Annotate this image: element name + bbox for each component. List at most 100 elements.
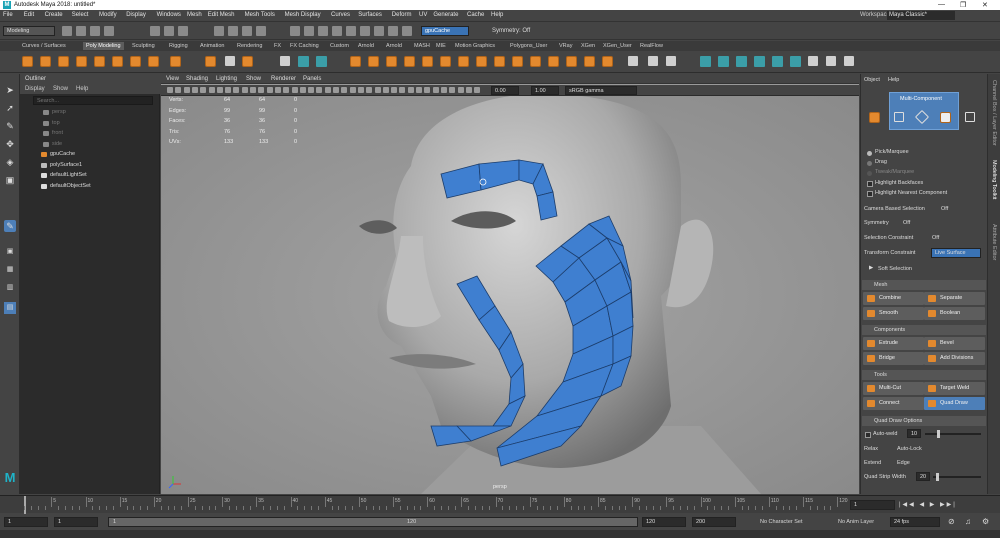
cylinder-icon[interactable] [58, 56, 69, 67]
tab-attribute-editor[interactable]: Attribute Editor [991, 224, 997, 260]
shelf-tab-arnold-9[interactable]: Arnold [358, 43, 374, 49]
shelf-tab-custom-8[interactable]: Custom [330, 43, 349, 49]
collapse-icon[interactable] [530, 56, 541, 67]
highlight-nearest-checkbox[interactable] [867, 191, 873, 197]
shelf-tab-xgen-16[interactable]: XGen [581, 43, 595, 49]
shelf-tab-mash-11[interactable]: MASH [414, 43, 430, 49]
outliner-item-side[interactable]: side [43, 140, 62, 149]
cone-icon[interactable] [76, 56, 87, 67]
folder-icon[interactable] [62, 26, 72, 36]
boolean-button[interactable]: Boolean [924, 307, 985, 320]
mesh-section-header[interactable]: Mesh [862, 280, 986, 290]
soft-selection-arrow-icon[interactable]: ▶ [869, 265, 873, 271]
viewport-toolbar-icon-34[interactable] [440, 87, 447, 93]
add-divisions-button[interactable]: Add Divisions [924, 352, 985, 365]
shelf-tab-mie-12[interactable]: MIE [436, 43, 446, 49]
viewport-toolbar-icon-17[interactable] [299, 87, 306, 93]
playback-controls-icon[interactable]: |◀◀ ◀ ▶ ▶▶| [899, 501, 957, 508]
end-frame-field[interactable]: 200 [692, 517, 736, 527]
planar-map-icon[interactable] [718, 56, 729, 67]
separate-button[interactable]: Separate [924, 292, 985, 305]
menu-deform[interactable]: Deform [392, 12, 412, 18]
quad-strip-slider-handle[interactable] [936, 473, 939, 481]
viewport-toolbar-icon-31[interactable] [416, 87, 422, 93]
menu-file[interactable]: File [3, 12, 13, 18]
menu-uv[interactable]: UV [419, 12, 427, 18]
single-view-icon[interactable]: ▣ [4, 246, 16, 258]
menu-generate[interactable]: Generate [433, 12, 458, 18]
drag-radio[interactable] [867, 161, 872, 166]
viewport-toolbar-icon-21[interactable] [333, 87, 339, 93]
viewport-toolbar-icon-38[interactable] [474, 87, 481, 93]
multicut-icon[interactable] [628, 56, 638, 66]
platonic-icon[interactable] [148, 56, 159, 67]
viewport-toolbar-icon-2[interactable] [175, 87, 182, 93]
viewport-toolbar-icon-35[interactable] [449, 87, 456, 93]
shelf-tab-motion-graphics-13[interactable]: Motion Graphics [455, 43, 495, 49]
quad-draw-icon[interactable] [666, 56, 676, 66]
outliner-item-defaultlightset[interactable]: defaultLightSet [41, 171, 87, 180]
viewport-toolbar-icon-28[interactable] [391, 87, 398, 93]
render-settings-icon[interactable] [332, 26, 342, 36]
select-component-icon[interactable] [178, 26, 188, 36]
sew-uv-icon[interactable] [844, 56, 854, 66]
extrude-button[interactable]: Extrude [863, 337, 924, 350]
viewport-toolbar-icon-27[interactable] [382, 87, 389, 93]
viewport-toolbar-icon-18[interactable] [308, 87, 315, 93]
bevel-icon[interactable] [476, 56, 487, 67]
highlight-backfaces-checkbox[interactable] [867, 181, 873, 187]
range-slider-bar[interactable]: 1 120 [108, 517, 638, 527]
auto-key-icon[interactable]: ⊘ [948, 517, 955, 526]
append-icon[interactable] [494, 56, 505, 67]
camera-based-value[interactable]: Off [941, 206, 948, 212]
select-object-icon[interactable] [164, 26, 174, 36]
viewport-toolbar-icon-14[interactable] [274, 87, 281, 93]
boolean-icon[interactable] [404, 56, 415, 67]
viewport-toolbar-icon-24[interactable] [357, 87, 364, 93]
pick-marquee-radio[interactable] [867, 151, 872, 156]
playback-prefs-icon[interactable]: ♫ [965, 517, 971, 526]
bridge-button[interactable]: Bridge [863, 352, 924, 365]
snap-grid-icon[interactable] [214, 26, 224, 36]
viewport-toolbar-icon-10[interactable] [241, 87, 248, 93]
shelf-tab-xgen-user-17[interactable]: XGen_User [603, 43, 632, 49]
gamma-field[interactable]: 1.00 [531, 86, 559, 95]
multi-cut-button[interactable]: Multi-Cut [863, 382, 924, 395]
shelf-tab-animation-4[interactable]: Animation [200, 43, 224, 49]
quad-draw-tool-icon[interactable]: ✎ [4, 220, 16, 232]
snap-point-icon[interactable] [242, 26, 252, 36]
viewport-toolbar-icon-36[interactable] [457, 87, 464, 93]
ipr-icon[interactable] [318, 26, 328, 36]
menu-help[interactable]: Help [491, 12, 503, 18]
menu-cache[interactable]: Cache [467, 12, 484, 18]
poke-icon[interactable] [566, 56, 577, 67]
maximize-icon[interactable]: ❐ [960, 1, 966, 9]
quad-strip-width-field[interactable]: 20 [916, 472, 930, 481]
outliner-item-top[interactable]: top [43, 119, 60, 128]
outliner-layout-icon[interactable]: ▤ [4, 302, 16, 314]
viewport-toolbar-icon-12[interactable] [258, 87, 265, 93]
super-shape-icon[interactable] [170, 56, 181, 67]
workspace-select[interactable]: Maya Classic* [887, 11, 955, 20]
viewport-toolbar-icon-26[interactable] [374, 87, 381, 93]
target-weld-button[interactable]: Target Weld [924, 382, 985, 395]
auto-weld-slider[interactable] [925, 433, 981, 435]
quad-draw-options-header[interactable]: Quad Draw Options [862, 416, 986, 426]
menu-windows[interactable]: Windows [157, 12, 181, 18]
shelf-tab-fx-caching-7[interactable]: FX Caching [290, 43, 319, 49]
toolkit-menu-help[interactable]: Help [888, 77, 899, 83]
command-line[interactable] [0, 530, 1000, 538]
paint-select-icon[interactable]: ✎ [4, 120, 16, 132]
spherical-map-icon[interactable] [754, 56, 765, 67]
menu-create[interactable]: Create [45, 12, 63, 18]
layout-icon[interactable] [808, 56, 818, 66]
remesh-icon[interactable] [316, 56, 327, 67]
outliner-item-defaultobjectset[interactable]: defaultObjectSet [41, 182, 91, 191]
shelf-tab-rigging-3[interactable]: Rigging [169, 43, 188, 49]
svg-tool-icon[interactable] [242, 56, 253, 67]
separate-icon[interactable] [368, 56, 379, 67]
viewport-toolbar-icon-30[interactable] [407, 87, 414, 93]
viewport-toolbar-icon-13[interactable] [266, 87, 273, 93]
target-weld-icon[interactable] [648, 56, 658, 66]
shelf-tab-realflow-18[interactable]: RealFlow [640, 43, 663, 49]
